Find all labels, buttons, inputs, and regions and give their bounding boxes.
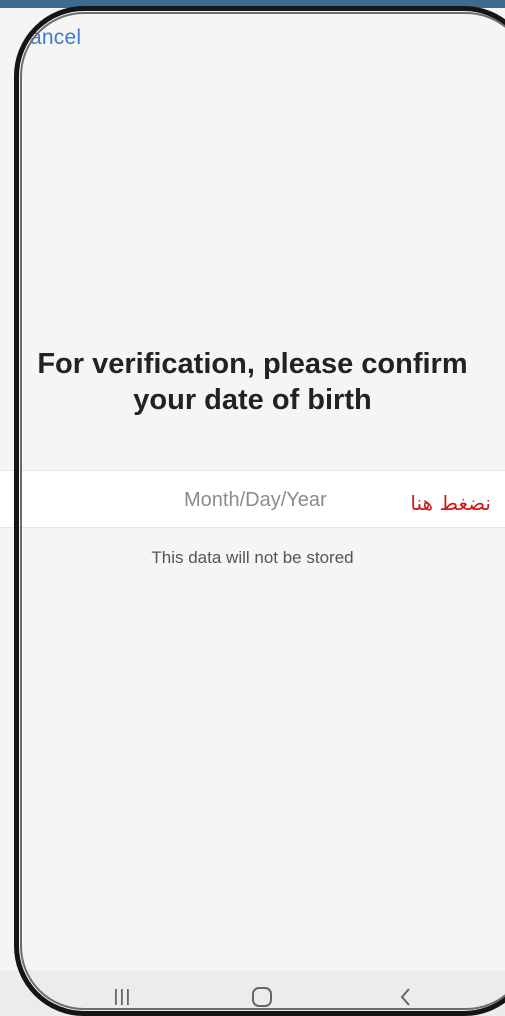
back-icon	[400, 988, 410, 1006]
home-icon	[252, 987, 272, 1007]
title-line-2: your date of birth	[133, 384, 372, 416]
page-title: For verification, please confirm your da…	[0, 346, 505, 418]
recents-icon	[115, 989, 129, 1005]
phone-screen: ancel For verification, please confirm y…	[0, 8, 505, 1016]
recents-button[interactable]	[110, 984, 134, 1010]
system-nav-bar	[0, 970, 505, 1016]
date-of-birth-field[interactable]: Month/Day/Year نضغط هنا	[0, 470, 505, 528]
window-top-strip	[0, 0, 505, 8]
title-line-1: For verification, please confirm	[37, 348, 468, 380]
home-button[interactable]	[250, 984, 274, 1010]
date-placeholder: Month/Day/Year	[184, 489, 327, 511]
cancel-link[interactable]: ancel	[30, 26, 81, 50]
page: ancel For verification, please confirm y…	[0, 0, 505, 1016]
privacy-hint: This data will not be stored	[151, 548, 354, 567]
tap-here-annotation: نضغط هنا	[410, 491, 491, 515]
back-button[interactable]	[394, 984, 418, 1010]
